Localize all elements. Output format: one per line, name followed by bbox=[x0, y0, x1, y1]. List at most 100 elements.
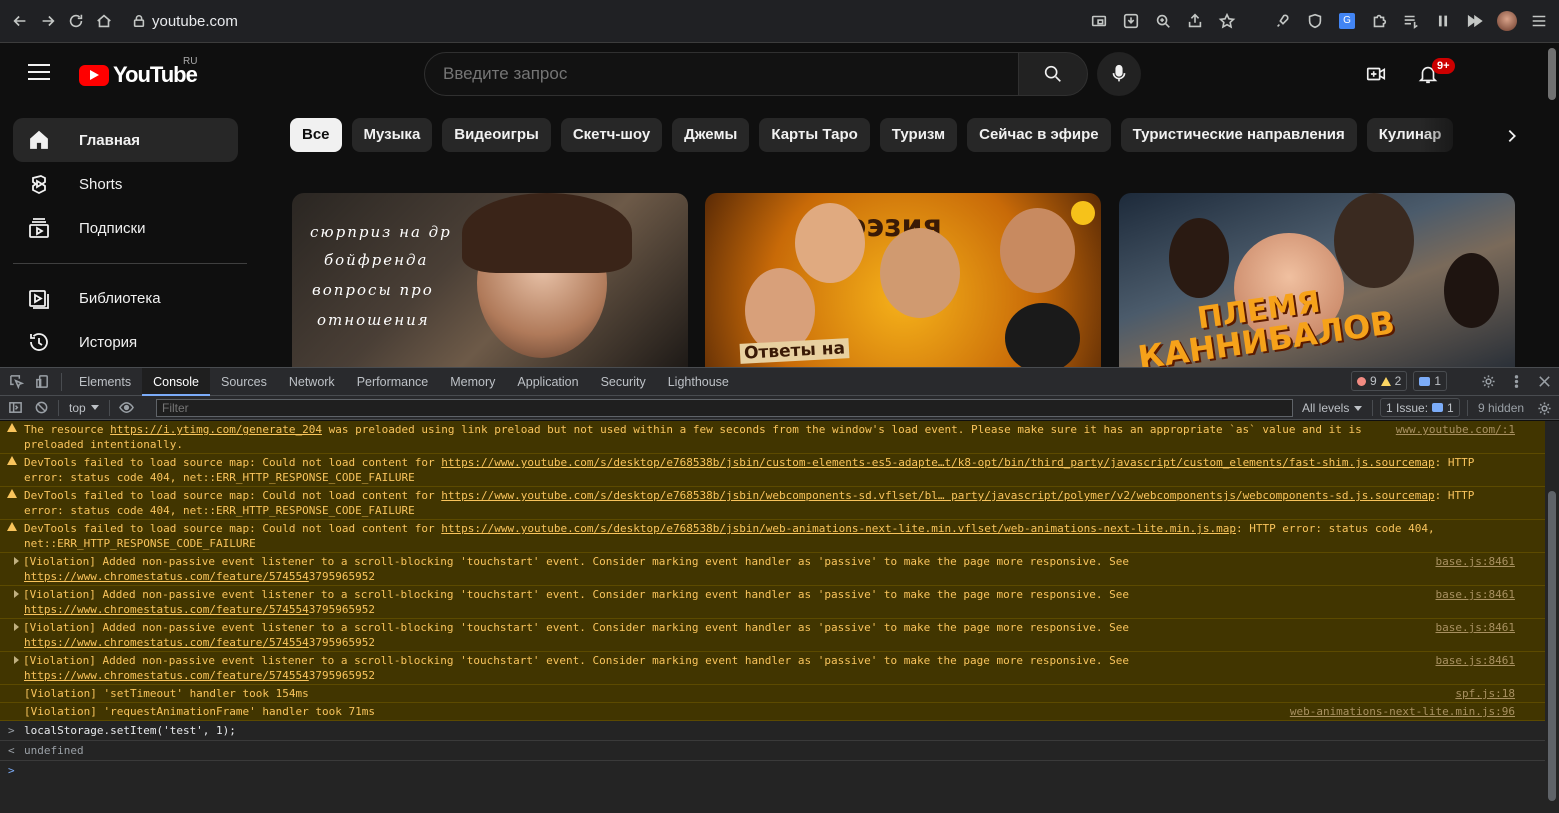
tab-security[interactable]: Security bbox=[590, 368, 657, 396]
browser-menu-icon[interactable] bbox=[1525, 7, 1553, 35]
message-source-link[interactable]: web-animations-next-lite.min.js:96 bbox=[1290, 704, 1515, 719]
tab-elements[interactable]: Elements bbox=[68, 368, 142, 396]
chip-music[interactable]: Музыка bbox=[351, 118, 433, 152]
search-input[interactable] bbox=[424, 52, 1019, 96]
message-link[interactable]: https://www.chromestatus.com/feature/574… bbox=[24, 636, 309, 649]
next-media-icon[interactable] bbox=[1461, 7, 1489, 35]
tab-performance[interactable]: Performance bbox=[346, 368, 440, 396]
message-source-link[interactable]: base.js:8461 bbox=[1436, 620, 1515, 635]
sidebar-toggle-icon[interactable] bbox=[2, 394, 28, 422]
sidebar-item-library[interactable]: Библиотека bbox=[13, 276, 238, 320]
reload-icon[interactable] bbox=[62, 7, 90, 35]
cast-icon[interactable] bbox=[1085, 7, 1113, 35]
info-counter[interactable]: 1 bbox=[1413, 371, 1447, 391]
create-video-button[interactable] bbox=[1362, 60, 1390, 88]
issues-label: 1 Issue: bbox=[1386, 400, 1429, 415]
thumbnail-person bbox=[1000, 208, 1075, 293]
hamburger-menu-icon[interactable] bbox=[28, 64, 50, 80]
settings-gear-icon[interactable] bbox=[1475, 368, 1501, 396]
expand-triangle-icon[interactable] bbox=[14, 623, 19, 631]
sidebar-item-shorts[interactable]: Shorts bbox=[13, 162, 238, 206]
message-source-link[interactable]: base.js:8461 bbox=[1436, 653, 1515, 668]
voice-search-button[interactable] bbox=[1097, 52, 1141, 96]
message-source-link[interactable]: www.youtube.com/:1 bbox=[1396, 422, 1515, 437]
expand-triangle-icon[interactable] bbox=[14, 656, 19, 664]
extensions-puzzle-icon[interactable] bbox=[1365, 7, 1393, 35]
chip-jams[interactable]: Джемы bbox=[672, 118, 750, 152]
chip-tarot[interactable]: Карты Таро bbox=[759, 118, 870, 152]
pause-media-icon[interactable] bbox=[1429, 7, 1457, 35]
chip-live[interactable]: Сейчас в эфире bbox=[967, 118, 1111, 152]
expand-triangle-icon[interactable] bbox=[14, 557, 19, 565]
sidebar-item-history[interactable]: История bbox=[13, 320, 238, 364]
address-bar[interactable]: youtube.com bbox=[132, 13, 238, 30]
error-warning-counter[interactable]: 92 bbox=[1350, 371, 1408, 391]
share-icon[interactable] bbox=[1181, 7, 1209, 35]
console-settings-gear-icon[interactable] bbox=[1531, 394, 1557, 422]
message-link[interactable]: https://www.youtube.com/s/desktop/e76853… bbox=[441, 522, 1236, 535]
log-levels-dropdown[interactable]: All levels bbox=[1302, 401, 1363, 415]
bookmark-star-icon[interactable] bbox=[1213, 7, 1241, 35]
chip-tourism[interactable]: Туризм bbox=[879, 118, 958, 152]
console-prompt-input[interactable]: > bbox=[0, 761, 1545, 781]
video-thumbnail[interactable]: ПЛЕМЯ КАННИБАЛОВ bbox=[1119, 193, 1515, 367]
tab-application[interactable]: Application bbox=[506, 368, 589, 396]
tab-network[interactable]: Network bbox=[278, 368, 346, 396]
message-text: DevTools failed to load source map: Coul… bbox=[24, 456, 442, 469]
tab-sources[interactable]: Sources bbox=[210, 368, 278, 396]
console-output[interactable]: The resource https://i.ytimg.com/generat… bbox=[0, 421, 1545, 813]
home-icon[interactable] bbox=[90, 7, 118, 35]
message-source-link[interactable]: base.js:8461 bbox=[1436, 587, 1515, 602]
inspect-element-icon[interactable] bbox=[3, 368, 29, 396]
log-levels-value: All levels bbox=[1302, 401, 1350, 415]
console-filter-input[interactable] bbox=[156, 399, 1293, 417]
more-options-icon[interactable] bbox=[1503, 368, 1529, 396]
chip-travel-destinations[interactable]: Туристические направления bbox=[1120, 118, 1357, 152]
console-scrollbar[interactable] bbox=[1545, 421, 1559, 813]
youtube-logo[interactable]: YouTube RU bbox=[79, 56, 198, 88]
video-thumbnail[interactable]: сюрприз на др бойфренда вопросы про отно… bbox=[292, 193, 688, 367]
reading-list-icon[interactable] bbox=[1397, 7, 1425, 35]
page-scrollbar[interactable] bbox=[1545, 44, 1559, 367]
message-text: The resource bbox=[24, 423, 111, 436]
library-icon bbox=[29, 290, 49, 309]
search-button[interactable] bbox=[1018, 52, 1088, 96]
video-thumbnail[interactable]: поэзия Ответы на bbox=[705, 193, 1101, 367]
message-source-link[interactable]: spf.js:18 bbox=[1455, 686, 1515, 701]
thumbnail-text-line: сюрприз на др bbox=[310, 223, 452, 241]
message-link[interactable]: https://www.youtube.com/s/desktop/e76853… bbox=[441, 456, 1434, 469]
sidebar-item-subscriptions[interactable]: Подписки bbox=[13, 206, 238, 250]
profile-avatar[interactable] bbox=[1493, 7, 1521, 35]
tab-lighthouse[interactable]: Lighthouse bbox=[657, 368, 740, 396]
issues-button[interactable]: 1 Issue: 1 bbox=[1380, 398, 1460, 417]
translate-extension-icon[interactable]: G bbox=[1333, 7, 1361, 35]
chip-sketch-show[interactable]: Скетч-шоу bbox=[560, 118, 663, 152]
chips-next-button[interactable] bbox=[1494, 118, 1530, 154]
message-link[interactable]: https://www.youtube.com/s/desktop/e76853… bbox=[441, 489, 1434, 502]
message-link[interactable]: https://i.ytimg.com/generate_204 bbox=[110, 423, 322, 436]
message-source-link[interactable]: base.js:8461 bbox=[1436, 554, 1515, 569]
chevron-right-icon: > bbox=[8, 724, 15, 737]
tab-console[interactable]: Console bbox=[142, 367, 210, 396]
chip-video-games[interactable]: Видеоигры bbox=[442, 118, 551, 152]
message-link[interactable]: https://www.chromestatus.com/feature/574… bbox=[24, 570, 309, 583]
message-link[interactable]: https://www.chromestatus.com/feature/574… bbox=[24, 669, 309, 682]
issues-count: 1 bbox=[1447, 400, 1454, 415]
install-app-icon[interactable] bbox=[1117, 7, 1145, 35]
message-link[interactable]: https://www.chromestatus.com/feature/574… bbox=[24, 603, 309, 616]
expand-triangle-icon[interactable] bbox=[14, 590, 19, 598]
zoom-icon[interactable] bbox=[1149, 7, 1177, 35]
sidebar-item-home[interactable]: Главная bbox=[13, 118, 238, 162]
rocket-extension-icon[interactable] bbox=[1269, 7, 1297, 35]
chip-all[interactable]: Все bbox=[290, 118, 342, 152]
device-toolbar-icon[interactable] bbox=[29, 368, 55, 396]
context-selector[interactable]: top bbox=[63, 401, 105, 415]
clear-console-icon[interactable] bbox=[28, 394, 54, 422]
shield-extension-icon[interactable] bbox=[1301, 7, 1329, 35]
tab-memory[interactable]: Memory bbox=[439, 368, 506, 396]
close-devtools-icon[interactable] bbox=[1531, 368, 1557, 396]
live-expression-eye-icon[interactable] bbox=[114, 394, 140, 422]
site-info-icon[interactable] bbox=[132, 14, 146, 28]
back-icon[interactable] bbox=[6, 7, 34, 35]
forward-icon[interactable] bbox=[34, 7, 62, 35]
